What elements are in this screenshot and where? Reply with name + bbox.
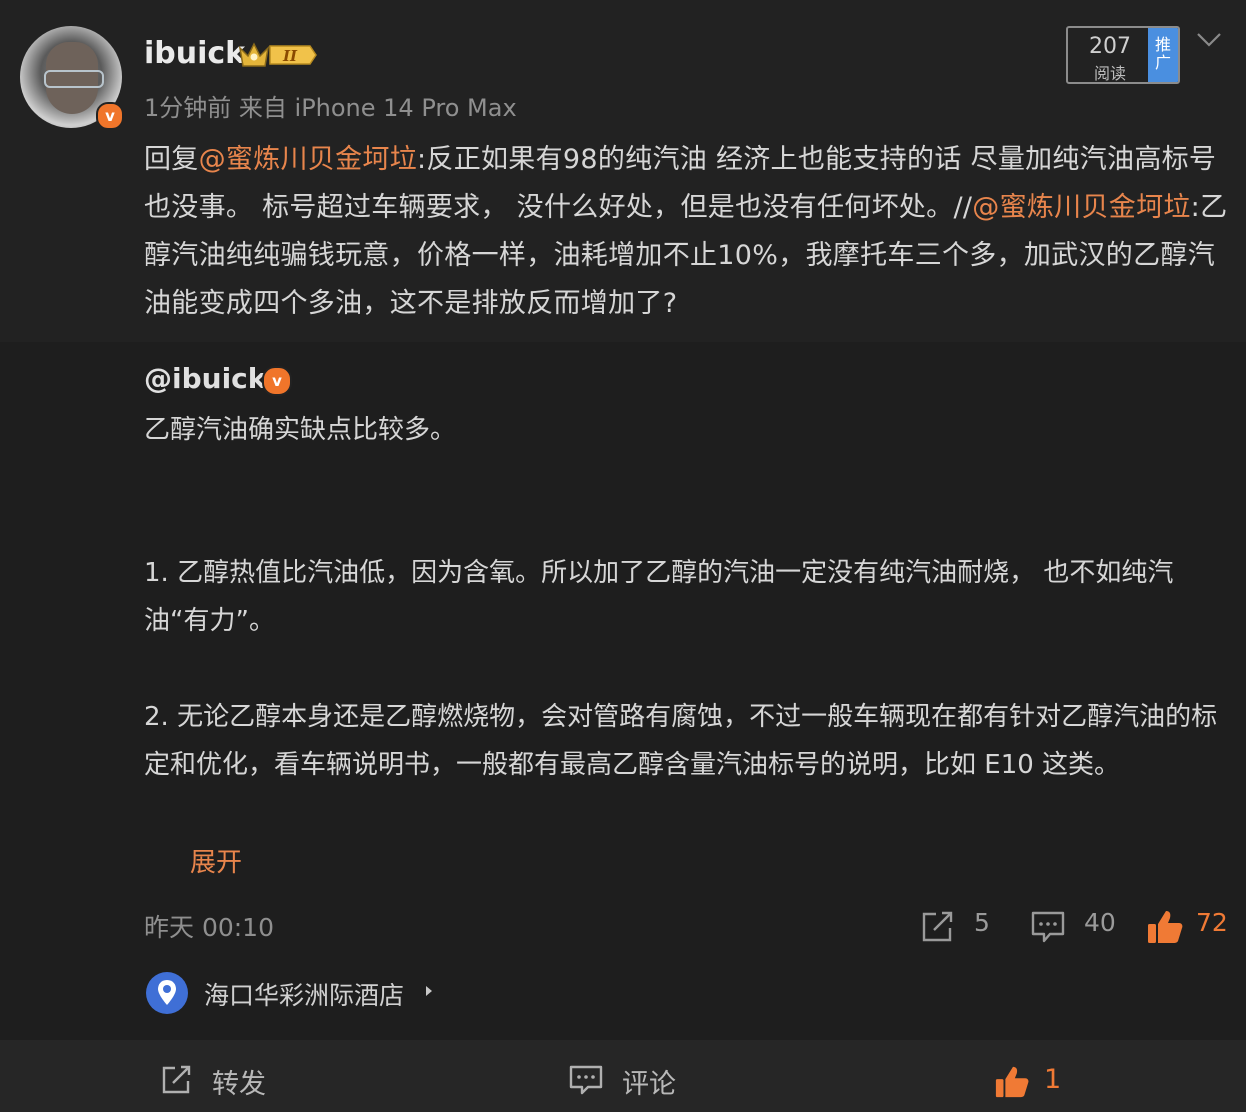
expand-link[interactable]: 展开 xyxy=(190,842,242,879)
username[interactable]: ibuick xyxy=(144,36,245,71)
mention-link[interactable]: @蜜炼川贝金坷垃 xyxy=(199,144,417,175)
repost-icon[interactable] xyxy=(160,1064,194,1096)
mention-link[interactable]: @蜜炼川贝金坷垃 xyxy=(972,192,1190,223)
like-count[interactable]: 72 xyxy=(1196,908,1228,937)
verified-badge-icon: v xyxy=(96,102,124,130)
like-button-count[interactable]: 1 xyxy=(1044,1064,1061,1095)
location-pin-icon[interactable] xyxy=(146,972,188,1014)
repost-icon[interactable] xyxy=(920,910,956,944)
reply-username[interactable]: @ibuick xyxy=(144,362,266,395)
reply-point-2: 2. 无论乙醇本身还是乙醇燃烧物，会对管路有腐蚀，不过一般车辆现在都有针对乙醇汽… xyxy=(144,702,1218,780)
reply-prefix: 回复 xyxy=(144,144,199,175)
crown-level-icon: II xyxy=(238,42,317,67)
chevron-down-icon[interactable] xyxy=(1194,30,1224,50)
reply-point-1: 1. 乙醇热值比汽油低，因为含氧。所以加了乙醇的汽油一定没有纯汽油耐烧， 也不如… xyxy=(144,558,1174,636)
reply-intro: 乙醇汽油确实缺点比较多。 xyxy=(144,415,457,445)
post-meta: 1分钟前 来自 iPhone 14 Pro Max xyxy=(144,94,517,122)
reply-username-text: @ibuick xyxy=(144,362,267,395)
read-label: 阅读 xyxy=(1093,64,1126,83)
reply-time: 昨天 00:10 xyxy=(144,913,274,942)
comment-count[interactable]: 40 xyxy=(1084,908,1116,937)
reply-body: 乙醇汽油确实缺点比较多。 1. 乙醇热值比汽油低，因为含氧。所以加了乙醇的汽油一… xyxy=(144,406,1224,789)
verified-badge-icon: v xyxy=(262,366,292,396)
thumbs-up-icon[interactable] xyxy=(994,1064,1030,1100)
location-name[interactable]: 海口华彩洲际酒店 xyxy=(204,976,404,1012)
repost-button[interactable]: 转发 xyxy=(212,1062,266,1101)
level-badge-text: II xyxy=(282,47,298,65)
comment-icon[interactable] xyxy=(1030,910,1066,944)
avatar-glasses xyxy=(44,70,104,88)
repost-count[interactable]: 5 xyxy=(974,908,990,937)
post-text: 回复@蜜炼川贝金坷垃:反正如果有98的纯汽油 经济上也能支持的话 尽量加纯汽油高… xyxy=(144,136,1234,328)
thumbs-up-icon[interactable] xyxy=(1146,908,1184,946)
chevron-right-icon xyxy=(426,986,432,996)
read-count: 207 xyxy=(1089,34,1131,59)
comment-icon[interactable] xyxy=(568,1064,604,1096)
read-count-box[interactable]: 207 阅读 推广 xyxy=(1066,26,1180,84)
comment-button[interactable]: 评论 xyxy=(622,1062,676,1101)
promote-button[interactable]: 推广 xyxy=(1148,28,1178,82)
